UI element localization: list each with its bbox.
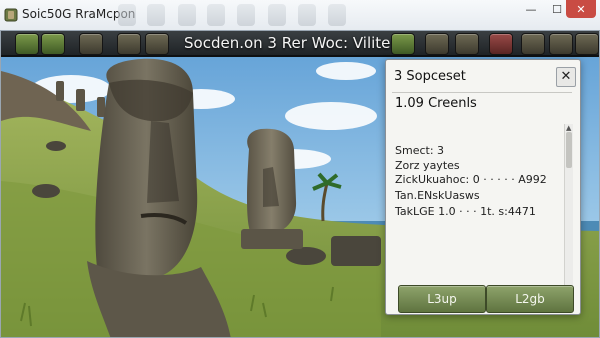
dialog-line: Zorz yaytes <box>395 159 460 172</box>
close-window-button[interactable]: ✕ <box>566 0 596 18</box>
dialog-close-button[interactable]: ✕ <box>556 67 576 87</box>
unit-slot-icon[interactable] <box>145 33 169 55</box>
hud-title: Socden.on 3 Rer Woc: Viliten <box>184 34 400 52</box>
info-dialog: 3 Sopceset ✕ 1.09 Creenls Smect: 3 Zorz … <box>385 59 581 315</box>
scroll-up-icon[interactable]: ▲ <box>566 124 571 132</box>
minimize-button[interactable]: — <box>518 0 544 18</box>
faded-toolbar-slot <box>328 4 346 26</box>
faded-toolbar-slot <box>178 4 196 26</box>
moai-statue-middle <box>241 128 303 249</box>
unit-slot-icon[interactable] <box>117 33 141 55</box>
dialog-line: Smect: 3 <box>395 144 445 157</box>
faded-toolbar-slot <box>298 4 316 26</box>
unit-slot-icon[interactable] <box>425 33 449 55</box>
dialog-headline: 1.09 Creenls <box>395 96 477 111</box>
window-titlebar: Soic50G RraMcpon — ☐ ✕ <box>0 0 600 31</box>
dialog-line: Tan.ENskUasws <box>395 189 480 202</box>
unit-slot-icon[interactable] <box>575 33 599 55</box>
unit-slot-icon[interactable] <box>41 33 65 55</box>
app-icon <box>4 8 18 22</box>
hud-toolbar: Socden.on 3 Rer Woc: Viliten <box>1 31 599 57</box>
scrollbar-thumb[interactable] <box>566 132 572 168</box>
unit-slot-icon[interactable] <box>79 33 103 55</box>
unit-slot-icon[interactable] <box>521 33 545 55</box>
game-viewport[interactable]: Socden.on 3 Rer Woc: Viliten 3 Sopceset … <box>0 30 600 338</box>
dialog-title: 3 Sopceset <box>394 69 466 84</box>
faded-toolbar-slot <box>237 4 255 26</box>
dialog-line: TakLGE 1.0 · · · 1t. s:4471 <box>395 205 536 218</box>
unit-slot-icon[interactable] <box>489 33 513 55</box>
unit-slot-icon[interactable] <box>549 33 573 55</box>
unit-slot-icon[interactable] <box>15 33 39 55</box>
dialog-line: ZickUkuahoc: 0 · · · · · A992 <box>395 173 547 186</box>
unit-slot-icon[interactable] <box>455 33 479 55</box>
faded-toolbar-slot <box>118 4 136 26</box>
dialog-right-button[interactable]: L2gb <box>486 285 574 313</box>
faded-toolbar-slot <box>268 4 286 26</box>
dialog-scrollbar[interactable]: ▲ ▼ <box>564 124 573 302</box>
dialog-left-button[interactable]: L3up <box>398 285 486 313</box>
faded-toolbar-slot <box>147 4 165 26</box>
divider <box>392 92 572 93</box>
unit-slot-icon[interactable] <box>391 33 415 55</box>
faded-toolbar-slot <box>207 4 225 26</box>
